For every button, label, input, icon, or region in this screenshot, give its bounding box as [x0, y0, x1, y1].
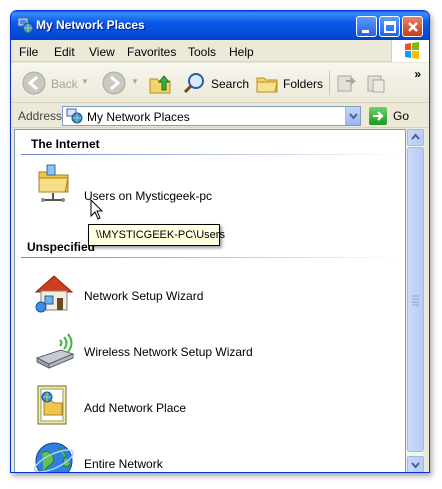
toolbar-overflow-chevron[interactable]: » — [414, 67, 421, 81]
go-arrow-icon — [373, 111, 384, 121]
move-to-icon — [337, 75, 357, 92]
list-item-label: Network Setup Wizard — [84, 289, 204, 303]
forward-button[interactable]: ▼ — [99, 69, 139, 97]
minimize-icon — [362, 30, 369, 33]
wireless-wizard-icon — [35, 333, 75, 369]
explorer-window: My Network Places File Edit View Favorit… — [10, 10, 430, 473]
up-folder-button[interactable] — [147, 69, 173, 97]
shared-folder-icon — [38, 164, 69, 202]
search-icon — [183, 73, 204, 94]
vertical-scrollbar[interactable] — [406, 129, 424, 472]
up-folder-icon — [149, 75, 171, 94]
close-button[interactable] — [402, 16, 423, 37]
menu-tools[interactable]: Tools — [188, 45, 216, 59]
folders-label: Folders — [283, 77, 324, 91]
grip-icon — [412, 295, 419, 306]
group-divider — [21, 257, 403, 258]
folders-icon — [256, 77, 278, 93]
toolbar-separator — [329, 71, 330, 95]
back-dropdown-icon: ▼ — [81, 77, 89, 86]
address-label: Address — [18, 109, 63, 123]
menu-help[interactable]: Help — [229, 45, 254, 59]
address-bar: Address My Network Places Go — [11, 104, 429, 128]
list-item-label: Wireless Network Setup Wizard — [84, 345, 253, 359]
scroll-thumb[interactable] — [407, 147, 424, 452]
maximize-icon — [384, 21, 396, 33]
go-button[interactable] — [369, 107, 387, 125]
add-network-place-icon — [37, 385, 67, 425]
back-arrow-icon — [22, 71, 46, 95]
forward-dropdown-icon: ▼ — [131, 77, 139, 86]
minimize-button[interactable] — [356, 16, 377, 37]
mouse-cursor-icon — [90, 199, 104, 220]
search-button[interactable]: Search — [183, 69, 250, 97]
back-label: Back — [51, 77, 78, 91]
tooltip-text: \\MYSTICGEEK-PC\Users — [96, 229, 225, 241]
menu-edit[interactable]: Edit — [54, 45, 75, 59]
entire-network-icon — [33, 442, 75, 472]
scroll-down-button[interactable] — [407, 456, 424, 472]
address-dropdown-button[interactable] — [345, 107, 360, 125]
address-value: My Network Places — [87, 110, 190, 124]
chevron-down-icon — [411, 462, 420, 469]
title-bar[interactable]: My Network Places — [11, 11, 429, 40]
scroll-up-button[interactable] — [407, 129, 424, 146]
window-title: My Network Places — [36, 18, 145, 32]
standard-toolbar: Back ▼ ▼ Search Folders » — [11, 63, 429, 103]
menu-file[interactable]: File — [19, 45, 38, 59]
copy-to-button[interactable] — [365, 69, 391, 97]
chevron-up-icon — [411, 133, 420, 140]
close-icon — [408, 22, 418, 32]
go-label[interactable]: Go — [393, 109, 409, 123]
path-tooltip: \\MYSTICGEEK-PC\Users — [88, 224, 225, 246]
list-item-label: Entire Network — [84, 457, 163, 471]
network-places-small-icon — [66, 108, 83, 124]
maximize-button[interactable] — [379, 16, 400, 37]
menu-bar: File Edit View Favorites Tools Help — [11, 40, 429, 62]
back-button[interactable]: Back ▼ — [19, 69, 89, 97]
windows-flag-icon — [405, 42, 419, 59]
copy-to-icon — [367, 75, 385, 93]
file-list-view[interactable]: The Internet Users on Mysticgeek-pc Unsp… — [14, 129, 406, 472]
search-label: Search — [211, 77, 250, 91]
folders-button[interactable]: Folders — [255, 69, 323, 97]
chevron-down-icon — [349, 113, 358, 120]
menu-view[interactable]: View — [89, 45, 115, 59]
address-input[interactable]: My Network Places — [62, 106, 361, 126]
menu-favorites[interactable]: Favorites — [127, 45, 176, 59]
group-header-internet: The Internet — [31, 137, 100, 151]
network-setup-wizard-icon — [34, 275, 74, 313]
group-header-unspecified: Unspecified — [27, 240, 96, 254]
windows-logo — [391, 40, 429, 62]
group-divider — [21, 154, 403, 155]
list-item-label: Add Network Place — [84, 401, 187, 415]
move-to-button[interactable] — [335, 69, 361, 97]
forward-arrow-icon — [102, 71, 126, 95]
network-places-icon — [17, 17, 34, 34]
